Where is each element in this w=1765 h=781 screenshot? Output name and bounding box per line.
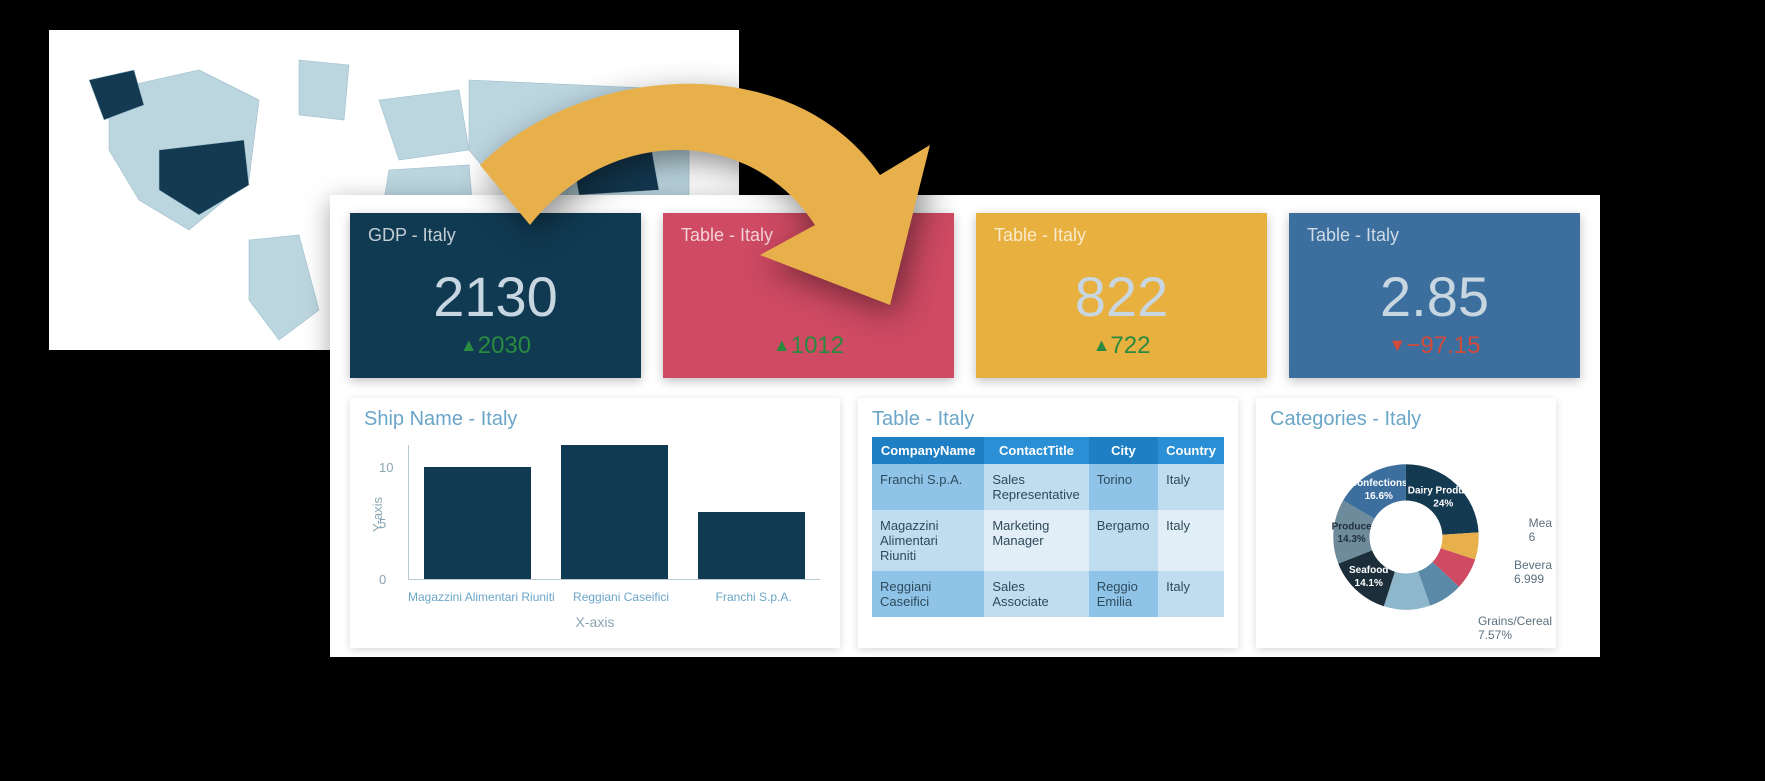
table-cell: Marketing Manager <box>984 510 1088 571</box>
card-title: Table - Italy <box>872 408 1224 431</box>
table-header[interactable]: CompanyName <box>872 437 984 464</box>
data-table: CompanyName ContactTitle City Country Fr… <box>872 437 1224 617</box>
bar-category-label: Magazzini Alimentari Riuniti <box>408 590 555 604</box>
kpi-value: 822 <box>976 240 1267 352</box>
table-cell: Italy <box>1158 464 1224 510</box>
y-tick: 0 <box>379 572 386 587</box>
kpi-row: GDP - Italy 2130 ▲2030 Table - Italy ▲10… <box>350 213 1580 378</box>
svg-text:14.1%: 14.1% <box>1355 578 1383 589</box>
kpi-value <box>663 240 954 352</box>
bar-category-label: Franchi S.p.A. <box>687 590 820 604</box>
x-axis-label: X-axis <box>364 614 826 630</box>
table-header[interactable]: ContactTitle <box>984 437 1088 464</box>
table-cell: Italy <box>1158 571 1224 617</box>
table-row[interactable]: Magazzini Alimentari Riuniti Marketing M… <box>872 510 1224 571</box>
bar-category-label: Reggiani Caseifici <box>555 590 688 604</box>
kpi-table-italy-2[interactable]: Table - Italy ▲1012 <box>663 213 954 378</box>
donut-chart: Confections 16.6% Dairy Products24% Seafood… <box>1270 437 1542 637</box>
table-row[interactable]: Reggiani Caseifici Sales Associate Reggi… <box>872 571 1224 617</box>
svg-text:Produce: Produce <box>1332 521 1372 532</box>
kpi-gdp-italy[interactable]: GDP - Italy 2130 ▲2030 <box>350 213 641 378</box>
svg-text:Confections: Confections <box>1350 478 1408 489</box>
bar-wrap <box>546 445 683 579</box>
svg-text:14.3%: 14.3% <box>1337 534 1365 545</box>
table-cell: Italy <box>1158 510 1224 571</box>
table-cell: Torino <box>1089 464 1158 510</box>
kpi-value: 2.85 <box>1289 240 1580 352</box>
slice-outer-label: Grains/Cereal7.57% <box>1478 614 1552 642</box>
table-cell: Franchi S.p.A. <box>872 464 984 510</box>
table-cell: Reggiani Caseifici <box>872 571 984 617</box>
up-arrow-icon: ▲ <box>460 335 478 355</box>
up-arrow-icon: ▲ <box>773 335 791 355</box>
table-cell: Bergamo <box>1089 510 1158 571</box>
card-title: Ship Name - Italy <box>364 408 826 431</box>
table-row[interactable]: Franchi S.p.A. Sales Representative Tori… <box>872 464 1224 510</box>
bar <box>424 467 531 579</box>
slice-outer-label: Bevera6.999 <box>1514 558 1552 586</box>
y-tick: 10 <box>379 460 393 475</box>
bar-chart-plot: 0 5 10 <box>408 445 820 580</box>
kpi-value: 2130 <box>350 240 641 352</box>
table-header[interactable]: City <box>1089 437 1158 464</box>
svg-text:Dairy Products: Dairy Products <box>1408 486 1480 497</box>
down-arrow-icon: ▼ <box>1389 335 1407 355</box>
kpi-table-italy-4[interactable]: Table - Italy 2.85 ▼−97.15 <box>1289 213 1580 378</box>
kpi-table-italy-3[interactable]: Table - Italy 822 ▲722 <box>976 213 1267 378</box>
table-header[interactable]: Country <box>1158 437 1224 464</box>
bar-wrap <box>409 467 546 579</box>
bottom-row: Ship Name - Italy Y-axis 0 5 10 <box>350 398 1580 648</box>
svg-text:16.6%: 16.6% <box>1365 491 1393 502</box>
bar-chart-card[interactable]: Ship Name - Italy Y-axis 0 5 10 <box>350 398 840 648</box>
up-arrow-icon: ▲ <box>1093 335 1111 355</box>
bar <box>698 512 805 579</box>
table-header-row: CompanyName ContactTitle City Country <box>872 437 1224 464</box>
bar <box>561 445 668 579</box>
donut-chart-card[interactable]: Categories - Italy Confections 16.6% Dairy… <box>1256 398 1556 648</box>
table-cell: Magazzini Alimentari Riuniti <box>872 510 984 571</box>
dashboard-panel: GDP - Italy 2130 ▲2030 Table - Italy ▲10… <box>330 195 1600 657</box>
slice-outer-label: Mea6 <box>1529 516 1552 544</box>
bar-wrap <box>683 512 820 579</box>
table-cell: Sales Representative <box>984 464 1088 510</box>
y-tick: 5 <box>379 516 386 531</box>
table-cell: Sales Associate <box>984 571 1088 617</box>
card-title: Categories - Italy <box>1270 408 1542 431</box>
svg-text:Seafood: Seafood <box>1349 565 1388 576</box>
bar-chart: Y-axis 0 5 10 Magazzini Alim <box>364 437 826 612</box>
data-table-card[interactable]: Table - Italy CompanyName ContactTitle C… <box>858 398 1238 648</box>
svg-text:24%: 24% <box>1433 498 1453 509</box>
table-cell: Reggio Emilia <box>1089 571 1158 617</box>
